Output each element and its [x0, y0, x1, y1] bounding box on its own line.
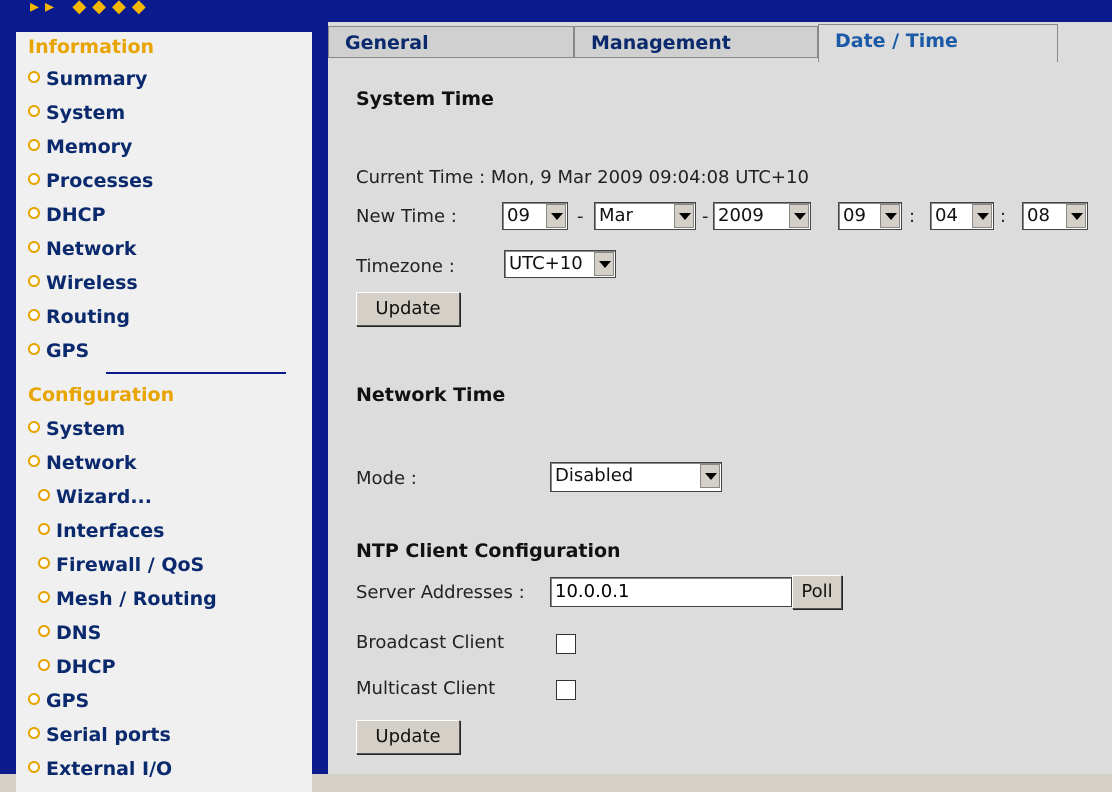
second-value: 08: [1027, 205, 1050, 226]
sidebar-panel: Information Summary System Memory Proces…: [16, 32, 312, 792]
sidebar-item-gps[interactable]: GPS: [28, 340, 89, 362]
sidebar-item-firewall-qos[interactable]: Firewall / QoS: [38, 554, 204, 576]
tab-management[interactable]: Management: [574, 26, 818, 58]
sidebar-separator: [106, 372, 286, 374]
new-time-label: New Time :: [356, 206, 457, 227]
section-title-information: Information: [28, 36, 155, 58]
day-value: 09: [507, 205, 530, 226]
system-time-update-button[interactable]: Update: [356, 292, 460, 326]
bullet-icon: [38, 659, 50, 671]
chevron-down-icon: [972, 204, 992, 228]
timezone-label: Timezone :: [356, 256, 455, 277]
tab-date-time[interactable]: Date / Time: [818, 24, 1058, 62]
sidebar-item-config-system[interactable]: System: [28, 418, 125, 440]
tab-general[interactable]: General: [328, 26, 574, 58]
bullet-icon: [28, 207, 40, 219]
hour-value: 09: [843, 205, 866, 226]
sidebar-item-config-dhcp[interactable]: DHCP: [38, 656, 116, 678]
chevron-down-icon: [700, 464, 720, 488]
date-separator: -: [702, 206, 709, 227]
top-banner: ▸▸ ◆◆◆◆: [0, 0, 1112, 22]
bullet-icon: [28, 455, 40, 467]
year-select[interactable]: 2009: [713, 202, 811, 230]
date-separator: -: [577, 206, 584, 227]
time-separator: :: [909, 206, 916, 227]
mode-value: Disabled: [555, 465, 634, 486]
bullet-icon: [28, 421, 40, 433]
chevron-down-icon: [674, 204, 694, 228]
year-value: 2009: [718, 205, 764, 226]
sidebar-item-config-network[interactable]: Network: [28, 452, 136, 474]
poll-button[interactable]: Poll: [792, 575, 842, 609]
bullet-icon: [28, 139, 40, 151]
chevron-down-icon: [789, 204, 809, 228]
sidebar-item-network[interactable]: Network: [28, 238, 136, 260]
bullet-icon: [38, 557, 50, 569]
bullet-icon: [38, 625, 50, 637]
ntp-client-config-title: NTP Client Configuration: [356, 540, 621, 562]
hour-select[interactable]: 09: [838, 202, 902, 230]
network-time-title: Network Time: [356, 384, 506, 406]
day-select[interactable]: 09: [502, 202, 568, 230]
bullet-icon: [38, 591, 50, 603]
bullet-icon: [38, 523, 50, 535]
mode-label: Mode :: [356, 468, 417, 489]
main-content: General Management Date / Time System Ti…: [328, 22, 1112, 774]
bullet-icon: [28, 309, 40, 321]
bullet-icon: [28, 693, 40, 705]
sidebar-item-mesh-routing[interactable]: Mesh / Routing: [38, 588, 217, 610]
sidebar-item-interfaces[interactable]: Interfaces: [38, 520, 164, 542]
bullet-icon: [28, 343, 40, 355]
minute-value: 04: [935, 205, 958, 226]
server-addresses-label: Server Addresses :: [356, 582, 525, 603]
chevron-down-icon: [880, 204, 900, 228]
sidebar-item-routing[interactable]: Routing: [28, 306, 130, 328]
logo: ▸▸ ◆◆◆◆: [30, 0, 152, 17]
sidebar-item-wizard[interactable]: Wizard...: [38, 486, 152, 508]
sidebar-item-system[interactable]: System: [28, 102, 125, 124]
timezone-value: UTC+10: [509, 253, 583, 274]
timezone-select[interactable]: UTC+10: [504, 250, 616, 278]
sidebar-item-external-io[interactable]: External I/O: [28, 758, 172, 780]
chevron-down-icon: [1066, 204, 1086, 228]
sidebar-item-summary[interactable]: Summary: [28, 68, 147, 90]
bullet-icon: [28, 727, 40, 739]
chevron-down-icon: [594, 252, 614, 276]
sidebar-item-dhcp[interactable]: DHCP: [28, 204, 106, 226]
system-time-title: System Time: [356, 88, 494, 110]
section-title-configuration: Configuration: [28, 384, 175, 406]
sidebar-item-config-gps[interactable]: GPS: [28, 690, 89, 712]
sidebar-item-dns[interactable]: DNS: [38, 622, 101, 644]
broadcast-client-checkbox[interactable]: [556, 634, 576, 654]
bullet-icon: [28, 275, 40, 287]
multicast-client-label: Multicast Client: [356, 678, 496, 699]
sidebar-item-serial-ports[interactable]: Serial ports: [28, 724, 171, 746]
sidebar: Information Summary System Memory Proces…: [0, 22, 320, 792]
month-value: Mar: [599, 205, 633, 226]
ntp-update-button[interactable]: Update: [356, 720, 460, 754]
minute-select[interactable]: 04: [930, 202, 994, 230]
bullet-icon: [28, 173, 40, 185]
sidebar-item-processes[interactable]: Processes: [28, 170, 153, 192]
frame-divider: [320, 22, 328, 774]
month-select[interactable]: Mar: [594, 202, 696, 230]
multicast-client-checkbox[interactable]: [556, 680, 576, 700]
server-addresses-input[interactable]: 10.0.0.1: [550, 577, 792, 607]
sidebar-item-wireless[interactable]: Wireless: [28, 272, 138, 294]
current-time-label: Current Time : Mon, 9 Mar 2009 09:04:08 …: [356, 167, 809, 188]
bullet-icon: [28, 761, 40, 773]
bullet-icon: [28, 241, 40, 253]
sidebar-item-memory[interactable]: Memory: [28, 136, 132, 158]
bullet-icon: [28, 71, 40, 83]
time-separator: :: [1000, 206, 1007, 227]
chevron-down-icon: [546, 204, 566, 228]
bullet-icon: [38, 489, 50, 501]
broadcast-client-label: Broadcast Client: [356, 632, 505, 653]
second-select[interactable]: 08: [1022, 202, 1088, 230]
mode-select[interactable]: Disabled: [550, 462, 722, 492]
tab-bar: General Management Date / Time: [328, 22, 1112, 62]
bullet-icon: [28, 105, 40, 117]
